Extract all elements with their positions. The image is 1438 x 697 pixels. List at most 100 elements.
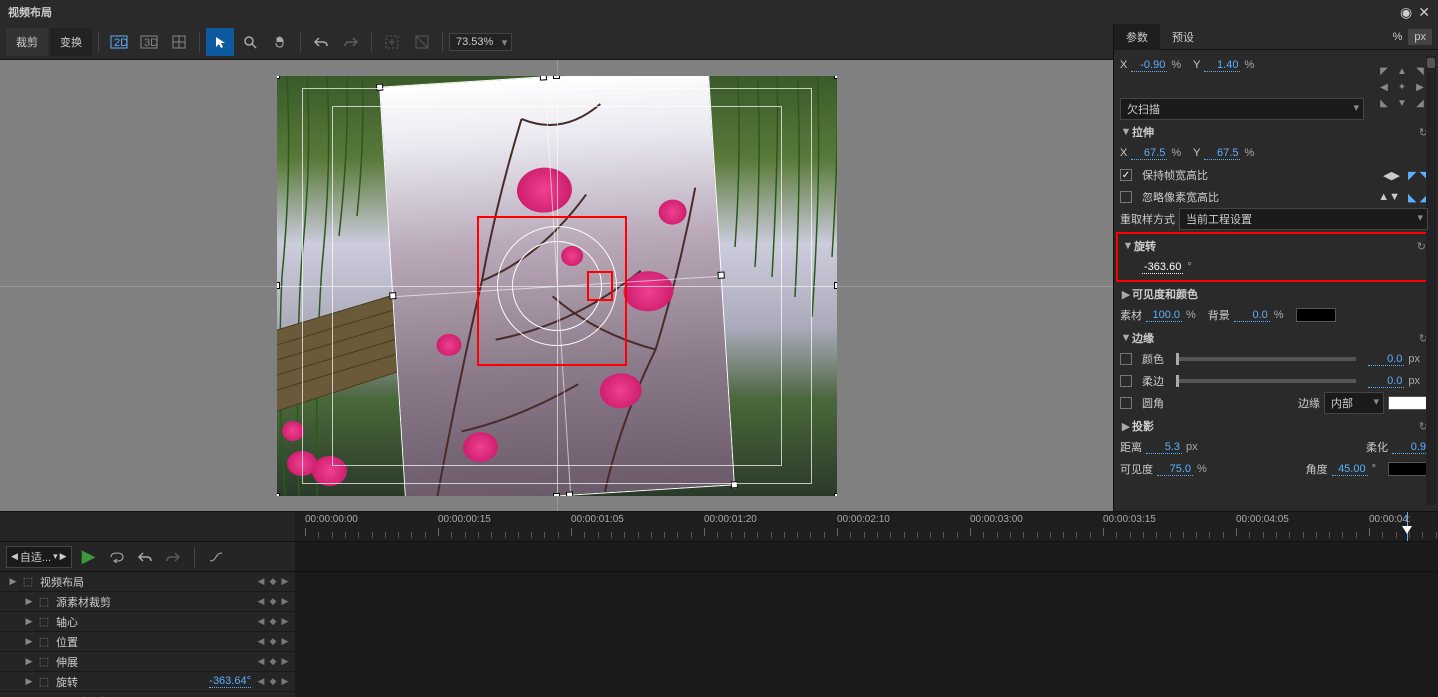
- unit-px[interactable]: px: [1408, 29, 1432, 45]
- edge-round-checkbox[interactable]: [1120, 397, 1132, 409]
- play-button[interactable]: ▶: [78, 546, 100, 568]
- track-row[interactable]: ▶⬚旋转-363.64°◀◆▶: [0, 672, 295, 692]
- safe-frame-icon[interactable]: [378, 28, 406, 56]
- shadow-color-swatch[interactable]: [1388, 462, 1428, 476]
- section-rotate[interactable]: ▼旋转 ↻: [1122, 236, 1426, 256]
- flip-h-icon[interactable]: ◀▶: [1383, 169, 1400, 182]
- tl-redo-icon[interactable]: [162, 546, 184, 568]
- shadow-soft-value[interactable]: 0.9: [1392, 441, 1428, 454]
- add-kf-icon[interactable]: ◆: [267, 616, 279, 627]
- flip-v-icon[interactable]: ▲▼: [1378, 191, 1400, 204]
- bounds-icon[interactable]: [408, 28, 436, 56]
- unit-percent[interactable]: %: [1387, 29, 1409, 45]
- pos-y-value[interactable]: 1.40: [1204, 59, 1240, 72]
- hand-tool-icon[interactable]: [266, 28, 294, 56]
- minimize-icon[interactable]: ◉: [1400, 4, 1412, 21]
- shadow-dist-value[interactable]: 5.3: [1146, 441, 1182, 454]
- resample-select[interactable]: 当前工程设置: [1179, 208, 1428, 230]
- preview-canvas[interactable]: [0, 60, 1113, 511]
- expand-icon[interactable]: ▶: [24, 636, 34, 647]
- expand-icon[interactable]: ▶: [24, 616, 34, 627]
- keyframe-icon[interactable]: ⬚: [38, 655, 50, 668]
- keyframe-icon[interactable]: ⬚: [38, 635, 50, 648]
- add-kf-icon[interactable]: ◆: [267, 676, 279, 687]
- tab-transform[interactable]: 变换: [50, 28, 92, 56]
- tab-crop[interactable]: 裁剪: [6, 28, 48, 56]
- pos-x-value[interactable]: -0.90: [1131, 59, 1167, 72]
- section-stretch[interactable]: ▼拉伸 ↻: [1120, 122, 1428, 142]
- time-ruler[interactable]: 00:00:00:0000:00:00:1500:00:01:0500:00:0…: [295, 512, 1438, 541]
- prev-kf-icon[interactable]: ◀: [255, 576, 267, 587]
- tab-presets[interactable]: 预设: [1160, 24, 1206, 50]
- next-kf-icon[interactable]: ▶: [279, 576, 291, 587]
- stretch-x-value[interactable]: 67.5: [1131, 147, 1167, 160]
- edge-color-swatch[interactable]: [1388, 396, 1428, 410]
- expand-icon[interactable]: ▶: [24, 596, 34, 607]
- section-edge[interactable]: ▼边缘 ↻: [1120, 328, 1428, 348]
- prev-kf-icon[interactable]: ◀: [255, 676, 267, 687]
- add-kf-icon[interactable]: ◆: [267, 596, 279, 607]
- edge-border-select[interactable]: 内部: [1324, 392, 1384, 414]
- edge-soft-checkbox[interactable]: [1120, 375, 1132, 387]
- expand-icon[interactable]: ▶: [24, 676, 34, 687]
- edge-soft-slider[interactable]: [1176, 379, 1356, 383]
- timeline-mode-select[interactable]: ◀自适...▾▶: [6, 546, 72, 568]
- edge-color-checkbox[interactable]: [1120, 353, 1132, 365]
- prev-kf-icon[interactable]: ◀: [255, 616, 267, 627]
- mode-3d-icon[interactable]: 3D: [135, 28, 163, 56]
- expand-icon[interactable]: ▶: [24, 656, 34, 667]
- track-row[interactable]: ▶⬚伸展◀◆▶: [0, 652, 295, 672]
- edge-color-slider[interactable]: [1176, 357, 1356, 361]
- close-icon[interactable]: ✕: [1418, 4, 1430, 21]
- shadow-angle-value[interactable]: 45.00: [1332, 463, 1368, 476]
- keep-aspect-checkbox[interactable]: [1120, 169, 1132, 181]
- keyframe-icon[interactable]: ⬚: [38, 595, 50, 608]
- expand-icon[interactable]: ▶: [8, 576, 18, 587]
- curve-icon[interactable]: [205, 546, 227, 568]
- select-tool-icon[interactable]: [206, 28, 234, 56]
- reset-icon[interactable]: ↻: [1417, 240, 1426, 253]
- edge-soft-value[interactable]: 0.0: [1368, 375, 1404, 388]
- zoom-tool-icon[interactable]: [236, 28, 264, 56]
- add-kf-icon[interactable]: ◆: [267, 656, 279, 667]
- shadow-vis-value[interactable]: 75.0: [1157, 463, 1193, 476]
- redo-icon[interactable]: [337, 28, 365, 56]
- keyframe-icon[interactable]: ⬚: [22, 575, 34, 588]
- rotate-value[interactable]: -363.60: [1142, 261, 1183, 274]
- keyframe-icon[interactable]: ⬚: [38, 615, 50, 628]
- next-kf-icon[interactable]: ▶: [279, 656, 291, 667]
- expand-tl-icon[interactable]: ◤ ◥: [1408, 169, 1428, 182]
- prev-kf-icon[interactable]: ◀: [255, 636, 267, 647]
- track-value[interactable]: -363.64°: [209, 675, 251, 688]
- params-scrollbar[interactable]: [1426, 56, 1436, 505]
- expand-bl-icon[interactable]: ◣ ◢: [1408, 191, 1428, 204]
- next-kf-icon[interactable]: ▶: [279, 676, 291, 687]
- prev-kf-icon[interactable]: ◀: [255, 596, 267, 607]
- add-kf-icon[interactable]: ◆: [267, 576, 279, 587]
- section-shadow[interactable]: ▶投影 ↻: [1120, 416, 1428, 436]
- bg-value[interactable]: 0.0: [1234, 309, 1270, 322]
- keyframe-icon[interactable]: ⬚: [38, 675, 50, 688]
- next-kf-icon[interactable]: ▶: [279, 636, 291, 647]
- tab-params[interactable]: 参数: [1114, 24, 1160, 50]
- zoom-select[interactable]: 73.53%▾: [449, 33, 512, 51]
- stretch-y-value[interactable]: 67.5: [1204, 147, 1240, 160]
- loop-button[interactable]: [106, 546, 128, 568]
- tl-undo-icon[interactable]: [134, 546, 156, 568]
- next-kf-icon[interactable]: ▶: [279, 616, 291, 627]
- mode-2d-icon[interactable]: 2D: [105, 28, 133, 56]
- overscan-select[interactable]: 欠扫描: [1120, 98, 1364, 120]
- ignore-pixel-checkbox[interactable]: [1120, 191, 1132, 203]
- track-row[interactable]: ▶⬚位置◀◆▶: [0, 632, 295, 652]
- section-visibility[interactable]: ▶可见度和颜色: [1120, 284, 1428, 304]
- undo-icon[interactable]: [307, 28, 335, 56]
- track-row[interactable]: ▶⬚源素材裁剪◀◆▶: [0, 592, 295, 612]
- prev-kf-icon[interactable]: ◀: [255, 656, 267, 667]
- add-kf-icon[interactable]: ◆: [267, 636, 279, 647]
- material-value[interactable]: 100.0: [1146, 309, 1182, 322]
- grid-icon[interactable]: [165, 28, 193, 56]
- track-row[interactable]: ▶⬚轴心◀◆▶: [0, 612, 295, 632]
- track-row[interactable]: ▶⬚视频布局◀◆▶: [0, 572, 295, 592]
- track-row[interactable]: ▶⬚可见度和颜色◀◆▶: [0, 692, 295, 697]
- edge-color-value[interactable]: 0.0: [1368, 353, 1404, 366]
